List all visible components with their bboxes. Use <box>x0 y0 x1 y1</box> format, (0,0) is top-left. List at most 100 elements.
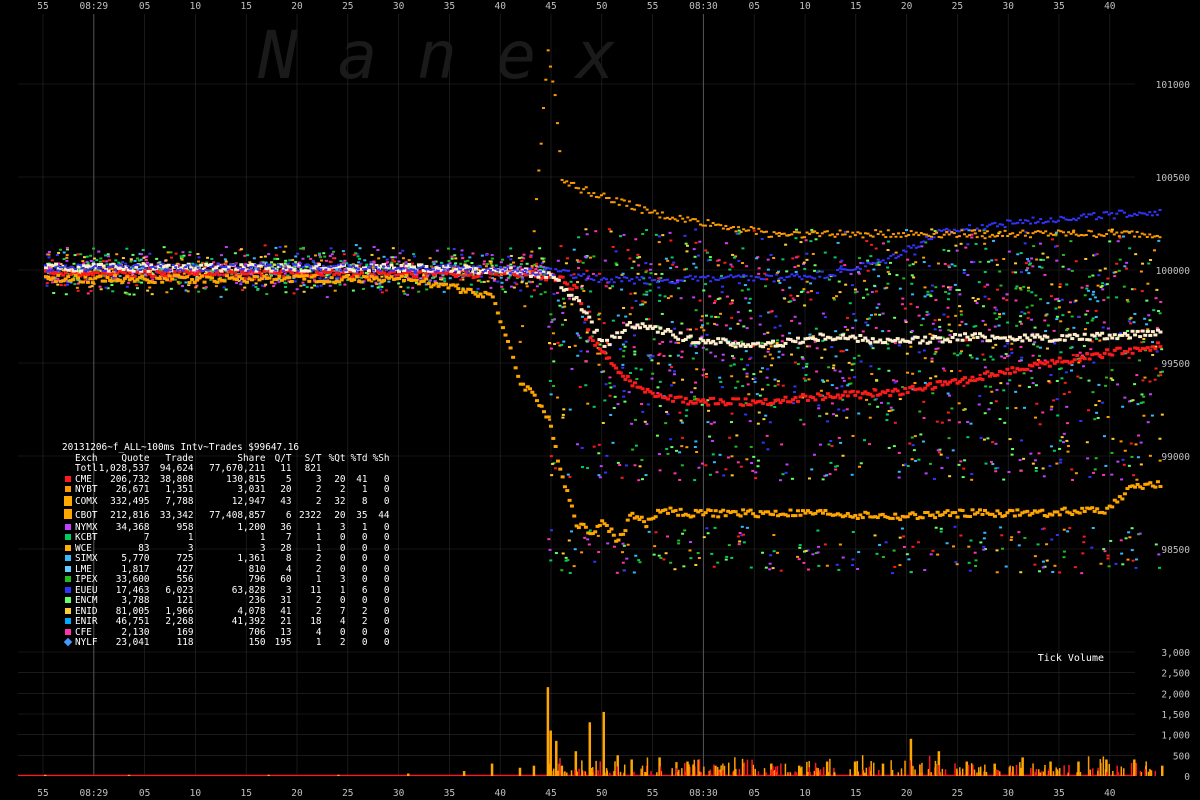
tick-dot <box>918 410 922 413</box>
tick-dot <box>700 403 704 406</box>
tick-dot <box>713 299 717 302</box>
tick-dot <box>729 364 733 367</box>
tick-dot <box>376 286 380 289</box>
tick-dot <box>897 470 901 473</box>
tick-dot <box>721 359 725 362</box>
tick-dot <box>1025 306 1029 309</box>
tick-dot <box>969 422 973 425</box>
tick-dot <box>1099 562 1103 565</box>
series-point <box>899 253 903 256</box>
tick-dot <box>370 253 374 256</box>
series-point <box>488 292 493 296</box>
tick-dot <box>651 372 655 375</box>
tick-dot <box>615 571 619 574</box>
series-point <box>913 513 918 517</box>
tick-dot <box>934 375 938 378</box>
tick-dot <box>834 355 838 358</box>
tick-dot <box>712 322 716 325</box>
series-point <box>516 374 521 378</box>
tick-dot <box>1049 445 1053 448</box>
tick-dot <box>841 377 845 380</box>
series-point <box>873 388 878 392</box>
tick-dot <box>793 361 797 364</box>
tick-dot <box>1159 300 1163 303</box>
tick-dot <box>1027 260 1031 263</box>
tick-dot <box>1030 257 1034 260</box>
tick-dot <box>1078 351 1082 354</box>
series-point <box>526 272 530 275</box>
volume-tick-label: 2,500 <box>1161 669 1190 680</box>
tick-dot <box>328 284 332 287</box>
tick-dot <box>837 408 841 411</box>
tick-dot <box>509 254 513 257</box>
tick-dot <box>964 339 968 342</box>
tick-dot <box>933 477 937 480</box>
tick-dot <box>661 340 665 343</box>
series-point <box>895 389 900 393</box>
series-point <box>560 475 565 479</box>
tick-dot <box>1005 299 1009 302</box>
tick-dot <box>463 260 467 263</box>
series-point <box>399 274 404 278</box>
series-point <box>562 485 567 489</box>
series-point <box>693 401 698 405</box>
tick-dot <box>1109 539 1113 542</box>
tick-dot <box>650 377 654 380</box>
tick-dot <box>45 284 49 287</box>
tick-dot <box>1007 470 1011 473</box>
tick-dot <box>1050 283 1054 286</box>
tick-dot <box>826 420 830 423</box>
tick-dot <box>1130 549 1134 552</box>
tick-dot <box>538 247 542 250</box>
tick-dot <box>827 278 831 281</box>
tick-dot <box>551 318 555 321</box>
tick-dot <box>1082 345 1086 348</box>
tick-dot <box>542 260 546 263</box>
tick-dot <box>748 420 752 423</box>
tick-dot <box>983 412 987 415</box>
tick-dot <box>947 394 951 397</box>
tick-dot <box>632 346 636 349</box>
tick-dot <box>1130 455 1134 458</box>
tick-dot <box>962 269 966 272</box>
tick-dot <box>850 284 854 287</box>
tick-dot <box>558 304 562 307</box>
tick-dot <box>705 251 709 254</box>
series-point <box>1075 353 1080 357</box>
tick-dot <box>273 258 277 261</box>
tick-dot <box>975 357 979 360</box>
series-point <box>469 268 473 271</box>
tick-dot <box>1022 372 1026 375</box>
tick-dot <box>83 256 87 259</box>
tick-dot <box>999 284 1003 287</box>
tick-dot <box>512 261 516 264</box>
tick-dot <box>622 321 626 324</box>
tick-dot <box>949 330 953 333</box>
volume-tick-label: 0 <box>1184 772 1190 783</box>
series-point <box>464 269 468 272</box>
tick-dot <box>579 350 583 353</box>
tick-dot <box>1019 469 1023 472</box>
tick-dot <box>105 260 109 263</box>
series-point <box>478 292 483 296</box>
tick-dot <box>534 265 538 268</box>
tick-dot <box>657 235 661 238</box>
tick-dot <box>983 242 987 245</box>
tick-dot <box>829 461 833 464</box>
series-point <box>698 509 703 513</box>
tick-dot <box>564 559 568 562</box>
tick-dot <box>998 270 1002 273</box>
series-point <box>621 374 626 378</box>
tick-dot <box>52 291 56 294</box>
series-point <box>579 274 583 277</box>
tick-dot <box>807 378 811 381</box>
tick-dot <box>966 344 970 347</box>
tick-dot <box>1030 377 1034 380</box>
tick-dot <box>1115 296 1119 299</box>
tick-dot <box>706 532 710 535</box>
tick-dot <box>658 342 662 345</box>
tick-dot <box>789 353 793 356</box>
tick-dot <box>728 302 732 305</box>
tick-dot <box>669 295 673 298</box>
tick-dot <box>858 257 862 260</box>
